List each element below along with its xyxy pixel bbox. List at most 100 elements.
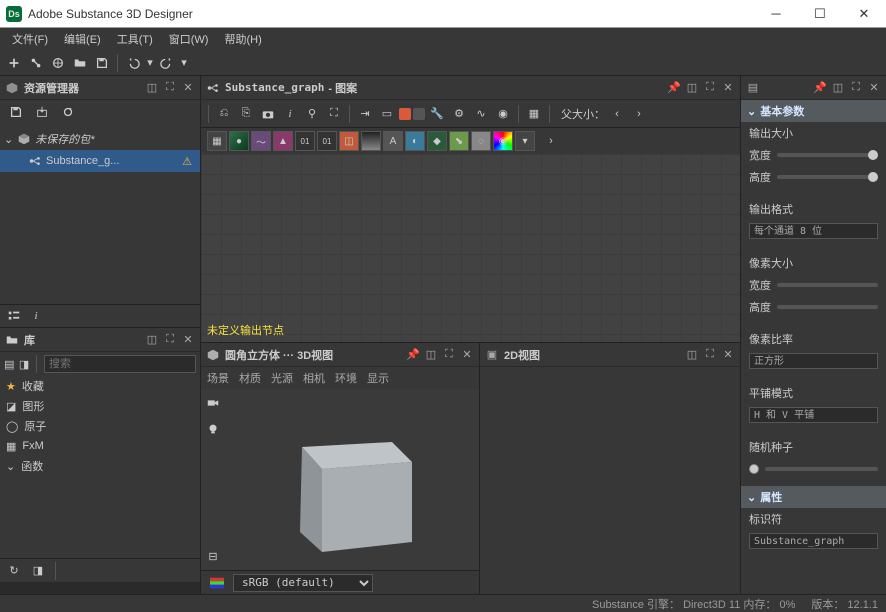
palette-next-icon[interactable]: › bbox=[541, 131, 561, 151]
close-panel-icon[interactable]: ✕ bbox=[180, 80, 196, 96]
save-all-icon[interactable] bbox=[92, 53, 112, 73]
color-swatch-red[interactable] bbox=[399, 108, 411, 120]
tab-camera[interactable]: 相机 bbox=[303, 370, 325, 386]
pin-icon[interactable]: 📌 bbox=[812, 80, 828, 96]
explorer-tab-tree-icon[interactable] bbox=[4, 306, 24, 326]
info-icon[interactable]: i bbox=[280, 104, 300, 124]
value-tiling[interactable]: H 和 V 平铺 bbox=[749, 407, 878, 423]
menu-tools[interactable]: 工具(T) bbox=[109, 28, 161, 50]
node-misc-icon[interactable]: ▾ bbox=[515, 131, 535, 151]
node-curve-icon[interactable]: 〜 bbox=[251, 131, 271, 151]
dock-icon[interactable]: ◫ bbox=[830, 80, 846, 96]
menu-file[interactable]: 文件(F) bbox=[4, 28, 56, 50]
maximize-panel-icon[interactable]: ⛶ bbox=[702, 347, 718, 363]
value-output-format[interactable]: 每个通道 8 位 bbox=[749, 223, 878, 239]
lib-functions[interactable]: ⌄函数 bbox=[0, 456, 200, 476]
node-levels-icon[interactable]: ⬊ bbox=[449, 131, 469, 151]
lib-filter-icon[interactable]: ◨ bbox=[28, 561, 48, 581]
tab-env[interactable]: 环境 bbox=[335, 370, 357, 386]
link-icon[interactable]: ⎌ bbox=[214, 104, 234, 124]
dock-icon[interactable]: ◫ bbox=[144, 332, 160, 348]
tab-light[interactable]: 光源 bbox=[271, 370, 293, 386]
align-icon[interactable]: ⇥ bbox=[355, 104, 375, 124]
lib-shapes[interactable]: ◪图形 bbox=[0, 396, 200, 416]
grid-icon[interactable]: ▦ bbox=[524, 104, 544, 124]
parent-size-next-icon[interactable]: › bbox=[629, 104, 649, 124]
new-world-icon[interactable] bbox=[48, 53, 68, 73]
node-gradient-icon[interactable] bbox=[361, 131, 381, 151]
close-button[interactable]: ✕ bbox=[842, 0, 886, 28]
lib-atomic[interactable]: ◯原子 bbox=[0, 416, 200, 436]
lib-layout1-icon[interactable]: ▤ bbox=[4, 354, 15, 374]
save-icon[interactable] bbox=[6, 102, 26, 122]
undo-icon[interactable] bbox=[123, 53, 143, 73]
bulb-icon[interactable] bbox=[203, 419, 223, 439]
viewport-3d[interactable] bbox=[225, 389, 479, 570]
node-rainbow-icon[interactable]: ◉ bbox=[493, 131, 513, 151]
maximize-panel-icon[interactable]: ⛶ bbox=[162, 80, 178, 96]
new-link-icon[interactable] bbox=[26, 53, 46, 73]
pin-icon[interactable]: 📌 bbox=[405, 347, 421, 363]
search-input[interactable] bbox=[44, 355, 196, 373]
menu-edit[interactable]: 编辑(E) bbox=[56, 28, 109, 50]
slider-seed[interactable] bbox=[765, 467, 878, 471]
slider-width[interactable] bbox=[777, 153, 878, 157]
copy-icon[interactable]: ⎘ bbox=[236, 104, 256, 124]
colorspace-icon[interactable] bbox=[207, 573, 227, 593]
maximize-button[interactable]: ☐ bbox=[798, 0, 842, 28]
maximize-panel-icon[interactable]: ⛶ bbox=[441, 347, 457, 363]
lib-favorites[interactable]: ★收藏 bbox=[0, 376, 200, 396]
tool-settings-icon[interactable]: ⚙ bbox=[449, 104, 469, 124]
maximize-panel-icon[interactable]: ⛶ bbox=[848, 80, 864, 96]
node-01a-icon[interactable]: 01 bbox=[295, 131, 315, 151]
dock-icon[interactable]: ◫ bbox=[144, 80, 160, 96]
undo-dropdown-icon[interactable]: ▾ bbox=[145, 53, 155, 73]
node-circle-icon[interactable]: ◐ bbox=[405, 131, 425, 151]
value-identifier[interactable]: Substance_graph bbox=[749, 533, 878, 549]
node-01b-icon[interactable]: 01 bbox=[317, 131, 337, 151]
dock-icon[interactable]: ◫ bbox=[423, 347, 439, 363]
section-base-params[interactable]: ⌄基本参数 bbox=[741, 100, 886, 122]
camera-icon[interactable] bbox=[258, 104, 278, 124]
color-swatch-grey[interactable] bbox=[413, 108, 425, 120]
tree-view-icon[interactable]: ⊟ bbox=[203, 546, 223, 566]
scrollbar-h[interactable] bbox=[0, 582, 200, 594]
value-pixel-ratio[interactable]: 正方形 bbox=[749, 353, 878, 369]
menu-help[interactable]: 帮助(H) bbox=[216, 28, 269, 50]
node-channels-icon[interactable]: ◫ bbox=[339, 131, 359, 151]
node-image-icon[interactable]: ▲ bbox=[273, 131, 293, 151]
tab-display[interactable]: 显示 bbox=[367, 370, 389, 386]
dock-icon[interactable]: ◫ bbox=[684, 347, 700, 363]
frame-icon[interactable]: ▭ bbox=[377, 104, 397, 124]
node-blur-icon[interactable]: ◌ bbox=[471, 131, 491, 151]
lib-reload-icon[interactable]: ↻ bbox=[4, 561, 24, 581]
fit-icon[interactable]: ⛶ bbox=[324, 104, 344, 124]
redo-icon[interactable] bbox=[157, 53, 177, 73]
zoom-icon[interactable]: ⚲ bbox=[302, 104, 322, 124]
node-text-icon[interactable]: A bbox=[383, 131, 403, 151]
tree-graph[interactable]: Substance_g... ⚠ bbox=[0, 150, 200, 172]
close-panel-icon[interactable]: ✕ bbox=[180, 332, 196, 348]
graph-canvas[interactable]: 未定义输出节点 bbox=[201, 154, 740, 342]
explorer-tab-info-icon[interactable]: i bbox=[26, 306, 46, 326]
node-grid-icon[interactable]: ▦ bbox=[207, 131, 227, 151]
parent-size-prev-icon[interactable]: ‹ bbox=[607, 104, 627, 124]
section-attributes[interactable]: ⌄属性 bbox=[741, 486, 886, 508]
slider-height[interactable] bbox=[777, 175, 878, 179]
pin-icon[interactable]: 📌 bbox=[666, 80, 682, 96]
export-icon[interactable] bbox=[32, 102, 52, 122]
lib-fxmap[interactable]: ▦FxM bbox=[0, 436, 200, 456]
close-panel-icon[interactable]: ✕ bbox=[720, 347, 736, 363]
node-drop-icon[interactable]: ◆ bbox=[427, 131, 447, 151]
minimize-button[interactable]: ─ bbox=[754, 0, 798, 28]
slider-px-width[interactable] bbox=[777, 283, 878, 287]
maximize-panel-icon[interactable]: ⛶ bbox=[702, 80, 718, 96]
graph-tab-name[interactable]: Substance_graph bbox=[225, 81, 324, 94]
video-icon[interactable] bbox=[203, 393, 223, 413]
tab-material[interactable]: 材质 bbox=[239, 370, 261, 386]
slider-px-height[interactable] bbox=[777, 305, 878, 309]
viewport-2d[interactable] bbox=[480, 367, 740, 594]
node-sphere-icon[interactable]: ● bbox=[229, 131, 249, 151]
dock-icon[interactable]: ◫ bbox=[684, 80, 700, 96]
seed-radio[interactable] bbox=[749, 464, 759, 474]
